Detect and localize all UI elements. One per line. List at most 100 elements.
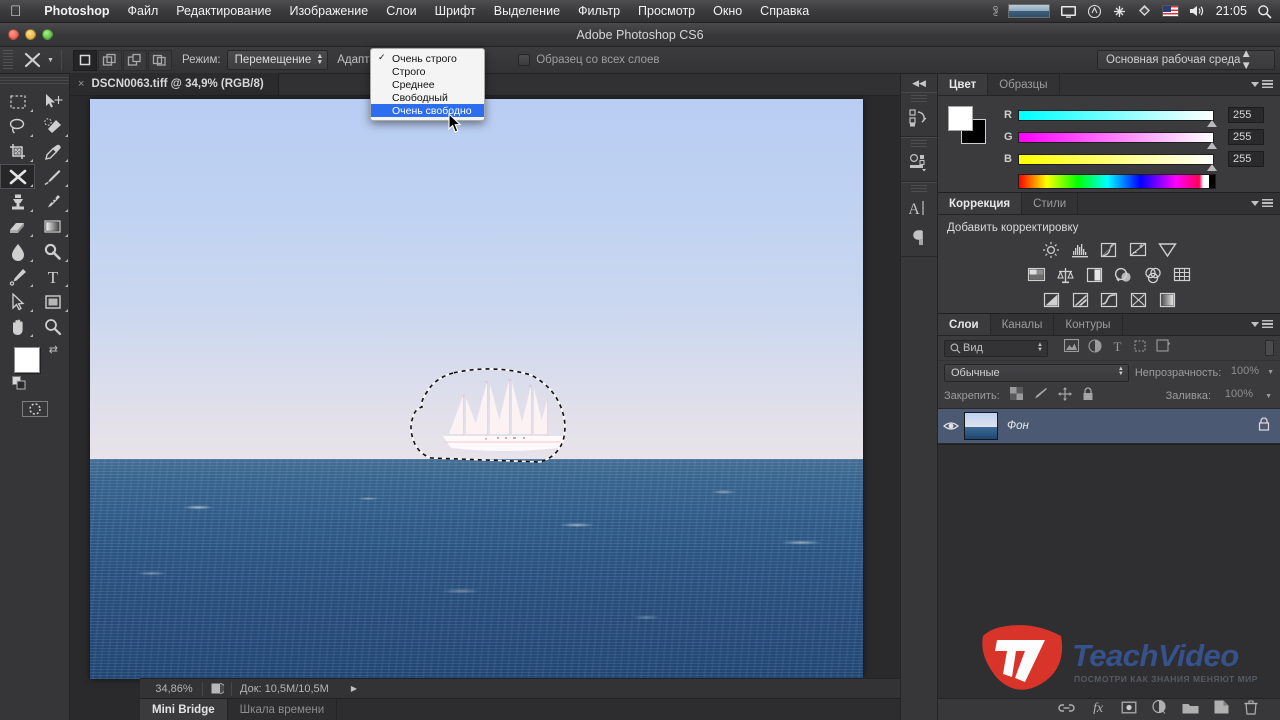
slider-thumb-icon[interactable] [1207,141,1217,149]
rectangular-marquee-tool[interactable] [0,89,35,114]
dropdown-item-normal[interactable]: Среднее [371,78,484,91]
adjustment-filter-icon[interactable] [1088,338,1102,358]
menu-help[interactable]: Справка [751,3,818,19]
type-filter-icon[interactable]: T [1111,339,1124,358]
new-group-icon[interactable] [1182,701,1199,719]
path-selection-tool[interactable] [0,289,35,314]
brightness-contrast-icon[interactable] [1040,240,1062,260]
options-bar-grip[interactable] [3,50,13,70]
layer-style-fx-icon[interactable]: fx [1090,700,1106,719]
tab-adjustments[interactable]: Коррекция [938,193,1023,214]
dock-grip[interactable] [911,185,927,192]
hue-saturation-icon[interactable] [1026,265,1048,285]
properties-panel-icon[interactable] [901,148,937,178]
bluetooth-icon[interactable] [1112,4,1127,19]
dropdown-item-distort[interactable]: Свободный [371,91,484,104]
flag-icon[interactable] [1161,5,1179,17]
posterize-icon[interactable] [1069,290,1091,310]
hand-tool[interactable] [0,314,35,339]
lock-transparent-pixels-icon[interactable] [1009,387,1023,405]
tab-layers[interactable]: Слои [938,314,991,335]
menu-image[interactable]: Изображение [280,3,377,19]
menu-select[interactable]: Выделение [485,3,569,19]
green-slider[interactable] [1018,131,1217,149]
color-balance-icon[interactable] [1055,265,1077,285]
zoom-tool[interactable] [35,314,70,339]
slider-thumb-icon[interactable] [1207,119,1217,127]
exposure-icon[interactable] [1127,240,1149,260]
levels-icon[interactable] [1069,240,1091,260]
puppet-warp-tool[interactable] [0,164,35,189]
shape-filter-icon[interactable] [1133,339,1147,358]
image-canvas[interactable] [90,99,863,679]
dropdown-item-very-distort[interactable]: Очень свободно [371,104,484,117]
pixel-filter-icon[interactable] [1063,338,1080,357]
table-row[interactable]: Фон [938,408,1280,444]
color-panel-menu[interactable] [1251,74,1280,95]
tab-timeline[interactable]: Шкала времени [228,698,338,720]
adaptation-dropdown-menu[interactable]: ✓ Очень строго Строго Среднее Свободный … [370,48,485,121]
layer-filter-select[interactable]: Вид ▲ ▼ [944,339,1048,357]
menu-view[interactable]: Просмотр [629,3,704,19]
apple-logo-icon[interactable]:  [10,4,21,19]
slider-thumb-icon[interactable] [1207,163,1217,171]
adjustments-panel-menu[interactable] [1251,193,1280,214]
dock-grip[interactable] [911,95,927,102]
menu-photoshop[interactable]: Photoshop [35,3,118,19]
color-lookup-icon[interactable] [1171,265,1193,285]
curves-icon[interactable] [1098,240,1120,260]
new-adjustment-layer-icon[interactable] [1152,699,1167,719]
foreground-color-swatch[interactable] [948,106,973,131]
tab-styles[interactable]: Стили [1022,193,1079,214]
photo-filter-icon[interactable] [1113,265,1135,285]
blue-slider[interactable] [1018,153,1217,171]
move-tool[interactable] [35,89,70,114]
tab-mini-bridge[interactable]: Mini Bridge [140,698,228,720]
opacity-chevron-down-icon[interactable]: ▼ [1267,369,1274,376]
tab-color[interactable]: Цвет [938,74,989,95]
airplay-icon[interactable] [1087,4,1102,19]
layer-visibility-toggle[interactable] [938,420,964,432]
maximize-window-button[interactable] [42,29,53,40]
zoom-level[interactable]: 34,86% [140,683,202,695]
sample-all-layers-checkbox[interactable] [518,54,531,66]
tool-preset-chevron-down-icon[interactable]: ▼ [47,57,54,64]
clock-time[interactable]: 21:05 [1216,4,1247,18]
clone-stamp-tool[interactable] [0,189,35,214]
display-icon[interactable] [1060,5,1077,18]
workspace-select[interactable]: Основная рабочая среда ▲ ▼ [1097,48,1275,72]
quick-mask-mode[interactable] [0,401,70,417]
document-tab[interactable]: × DSCN0063.tiff @ 34,9% (RGB/8) [70,73,279,95]
type-tool[interactable]: T [35,264,70,289]
lock-image-pixels-icon[interactable] [1033,387,1048,405]
lasso-tool[interactable] [0,114,35,139]
red-slider[interactable] [1018,109,1217,127]
close-window-button[interactable] [8,29,19,40]
swap-colors-icon[interactable]: ⇄ [49,343,58,356]
brush-tool[interactable] [35,164,70,189]
pen-tool[interactable] [0,264,35,289]
subtract-from-selection-icon[interactable] [122,49,147,71]
channel-mixer-icon[interactable] [1142,265,1164,285]
crop-tool[interactable] [0,139,35,164]
search-icon[interactable] [1257,4,1272,19]
puppet-warp-icon[interactable] [19,49,45,71]
foreground-color-swatch[interactable] [14,347,40,373]
expand-panels-icon[interactable]: ◀◀ [901,74,937,92]
fill-chevron-down-icon[interactable]: ▼ [1265,393,1272,400]
eraser-tool[interactable] [0,214,35,239]
gradient-map-icon[interactable] [1127,290,1149,310]
dropdown-item-very-rigid[interactable]: ✓ Очень строго [371,52,484,65]
layers-panel-menu[interactable] [1251,314,1280,335]
history-panel-icon[interactable] [901,103,937,133]
layer-thumbnail[interactable] [964,412,998,440]
threshold-icon[interactable] [1098,290,1120,310]
dodge-tool[interactable] [35,239,70,264]
status-menu-arrow-icon[interactable]: ▶ [351,684,357,693]
new-layer-icon[interactable] [1214,700,1229,719]
fill-value[interactable]: 100% [1221,388,1255,404]
paragraph-panel-icon[interactable] [901,223,937,253]
dropbox-icon[interactable] [1137,4,1152,19]
add-to-selection-icon[interactable] [97,49,122,71]
intersect-selection-icon[interactable] [147,49,172,71]
